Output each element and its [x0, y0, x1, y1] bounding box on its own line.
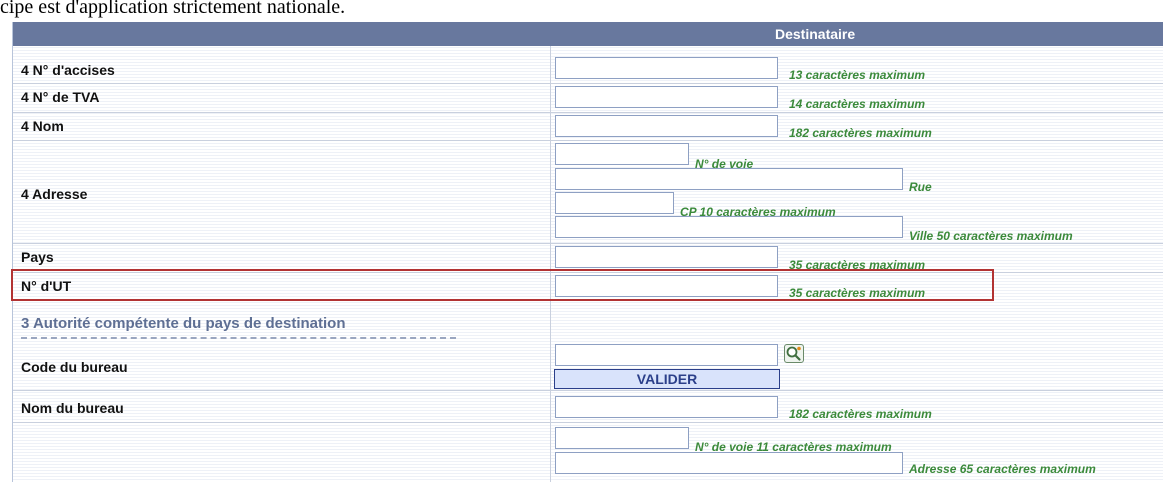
row-separator [13, 83, 1163, 84]
pays-label: Pays [21, 249, 54, 265]
ut-highlight-box [11, 269, 994, 301]
intro-text: cipe est d'application strictement natio… [0, 0, 346, 18]
search-button[interactable] [784, 344, 804, 363]
tva-label: 4 N° de TVA [21, 89, 100, 105]
row-separator [13, 422, 1163, 423]
section-header: Destinataire [13, 22, 1163, 46]
nom-hint: 182 caractères maximum [789, 126, 932, 140]
nom-bureau-label: Nom du bureau [21, 400, 124, 416]
section-header-title: Destinataire [775, 26, 856, 42]
tva-input[interactable] [555, 86, 778, 108]
bureau-adresse-hint: Adresse 65 caractères maximum [909, 462, 1096, 476]
adresse-cp-input[interactable] [555, 192, 674, 214]
nom-bureau-input[interactable] [555, 396, 778, 418]
nom-label: 4 Nom [21, 118, 64, 134]
destinataire-panel: Destinataire 4 N° d'accises 13 caractère… [11, 22, 1163, 482]
bureau-adresse-input[interactable] [555, 452, 903, 474]
accises-hint: 13 caractères maximum [789, 68, 926, 82]
pays-input[interactable] [555, 246, 778, 268]
row-separator [13, 112, 1163, 113]
code-bureau-input[interactable] [555, 344, 778, 366]
section-title: 3 Autorité compétente du pays de destina… [21, 315, 346, 332]
code-bureau-label: Code du bureau [21, 359, 128, 375]
adresse-ville-hint: Ville 50 caractères maximum [909, 229, 1073, 243]
accises-input[interactable] [555, 57, 778, 79]
valider-button[interactable]: VALIDER [554, 369, 780, 389]
row-separator [13, 243, 1163, 244]
section-underline [21, 337, 456, 339]
bureau-voie-input[interactable] [555, 427, 689, 449]
nom-bureau-hint: 182 caractères maximum [789, 407, 932, 421]
tva-hint: 14 caractères maximum [789, 97, 926, 111]
adresse-rue-input[interactable] [555, 168, 903, 190]
search-icon [786, 346, 801, 361]
adresse-voie-input[interactable] [555, 143, 689, 165]
adresse-ville-input[interactable] [555, 216, 903, 238]
accises-label: 4 N° d'accises [21, 62, 115, 78]
row-separator [13, 390, 1163, 391]
nom-input[interactable] [555, 115, 778, 137]
row-separator [13, 140, 1163, 141]
adresse-label: 4 Adresse [21, 186, 88, 202]
adresse-rue-hint: Rue [909, 180, 932, 194]
